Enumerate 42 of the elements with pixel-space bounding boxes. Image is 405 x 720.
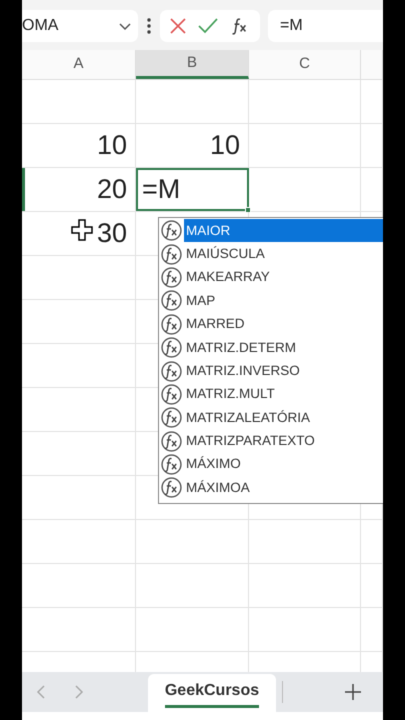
- function-icon: [161, 360, 182, 382]
- function-icon: [161, 220, 182, 242]
- function-suggestion[interactable]: MATRIZALEATÓRIA: [184, 406, 383, 430]
- table-cell: 10: [136, 124, 249, 167]
- plus-icon: [343, 682, 363, 702]
- function-suggestion[interactable]: MAKEARRAY: [184, 266, 383, 290]
- function-suggestion[interactable]: MAIOR: [184, 219, 383, 242]
- function-suggestion[interactable]: MÁXIMO: [184, 452, 383, 476]
- checkmark-icon[interactable]: [196, 17, 219, 35]
- function-icon: [161, 384, 182, 405]
- column-header[interactable]: B: [136, 50, 249, 79]
- function-suggestion[interactable]: MÁXIMOA: [184, 476, 383, 500]
- formula-field[interactable]: =M: [268, 10, 383, 42]
- function-suggestion[interactable]: MAP: [184, 289, 383, 313]
- function-suggestion[interactable]: MAIÚSCULA: [184, 242, 383, 266]
- function-suggestion[interactable]: MATRIZ.DETERM: [184, 336, 383, 360]
- move-cursor-icon: [70, 218, 94, 242]
- chevron-down-icon: [118, 20, 132, 31]
- function-icon: [161, 266, 182, 288]
- function-icon: [161, 290, 182, 312]
- more-icon[interactable]: [146, 16, 152, 35]
- function-icon: [161, 314, 182, 335]
- table-cell: 20: [22, 168, 136, 211]
- name-box[interactable]: OMA: [22, 10, 138, 42]
- function-suggestion[interactable]: MATRIZ.MULT: [184, 382, 383, 406]
- table-cell: 10: [22, 124, 136, 167]
- function-icon: [161, 430, 182, 452]
- cancel-icon[interactable]: [168, 16, 188, 36]
- function-icon: [161, 337, 182, 358]
- function-icon: [161, 244, 182, 265]
- chevron-right-icon: [74, 684, 84, 700]
- function-icon: [161, 454, 182, 476]
- sheet-tab[interactable]: GeekCursos: [148, 674, 276, 712]
- function-icon: [161, 477, 182, 498]
- function-suggestion[interactable]: MATRIZPARATEXTO: [184, 430, 383, 453]
- function-icon: [161, 407, 182, 428]
- column-header[interactable]: C: [249, 50, 361, 79]
- active-cell[interactable]: =M: [136, 168, 249, 211]
- chevron-left-icon: [36, 684, 46, 700]
- function-suggestion[interactable]: MATRIZ.INVERSO: [184, 359, 383, 383]
- function-suggestion[interactable]: MARRED: [184, 312, 383, 336]
- fill-handle[interactable]: [245, 207, 251, 213]
